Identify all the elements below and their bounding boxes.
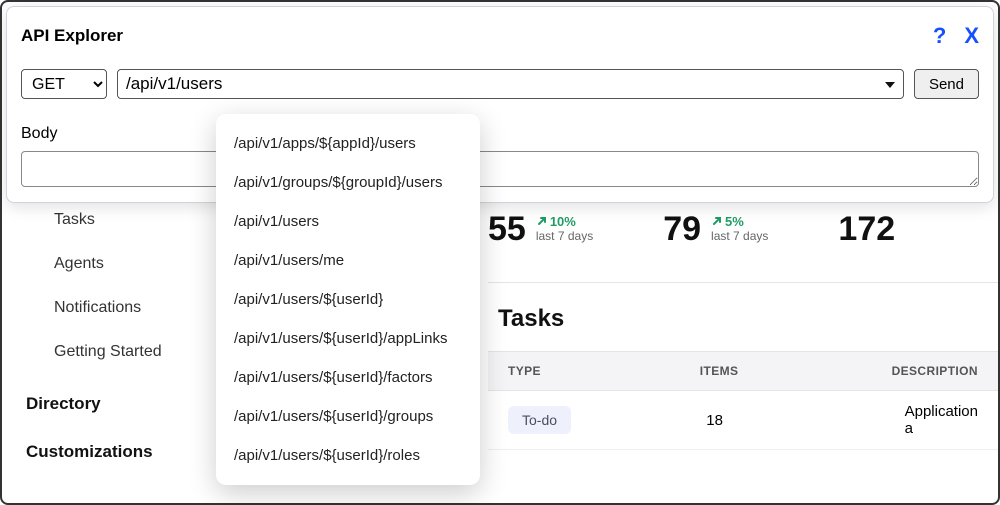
- modal-title: API Explorer: [21, 26, 123, 46]
- type-badge: To-do: [508, 406, 571, 434]
- table-row[interactable]: To-do 18 Application a: [488, 391, 998, 450]
- metric-value: 172: [838, 210, 895, 249]
- metric-1: 55 10% last 7 days: [488, 210, 593, 249]
- dropdown-option[interactable]: /api/v1/users/${userId}/roles: [216, 436, 480, 475]
- metric-delta: 5%: [711, 215, 768, 229]
- metric-period: last 7 days: [711, 229, 768, 243]
- body-label: Body: [21, 125, 979, 143]
- row-items: 18: [686, 400, 884, 441]
- col-items: ITEMS: [680, 352, 872, 390]
- metrics-row: 55 10% last 7 days 79 5% last 7 days 172: [488, 202, 998, 256]
- url-autocomplete-dropdown: /api/v1/apps/${appId}/users /api/v1/grou…: [216, 114, 480, 485]
- metric-3: 172: [838, 210, 895, 249]
- help-icon[interactable]: ?: [933, 23, 946, 49]
- arrow-up-right-icon: [711, 215, 723, 227]
- send-button[interactable]: Send: [914, 69, 979, 99]
- dropdown-option[interactable]: /api/v1/users/${userId}/groups: [216, 397, 480, 436]
- dropdown-option[interactable]: /api/v1/apps/${appId}/users: [216, 124, 480, 163]
- metric-value: 55: [488, 210, 526, 249]
- tasks-title: Tasks: [488, 283, 998, 351]
- metric-2: 79 5% last 7 days: [663, 210, 768, 249]
- api-explorer-modal: API Explorer ? X GET Send Body: [6, 6, 994, 203]
- arrow-up-right-icon: [536, 215, 548, 227]
- dropdown-option[interactable]: /api/v1/users/${userId}: [216, 280, 480, 319]
- dropdown-option[interactable]: /api/v1/users/${userId}/factors: [216, 358, 480, 397]
- close-icon[interactable]: X: [964, 23, 979, 49]
- dropdown-option[interactable]: /api/v1/users/${userId}/appLinks: [216, 319, 480, 358]
- col-type: TYPE: [488, 352, 680, 390]
- body-textarea[interactable]: [21, 151, 979, 187]
- http-method-select[interactable]: GET: [21, 69, 107, 99]
- dropdown-option[interactable]: /api/v1/users: [216, 202, 480, 241]
- metric-delta: 10%: [536, 215, 593, 229]
- col-desc: DESCRIPTION: [872, 352, 998, 390]
- row-desc: Application a: [885, 391, 998, 449]
- dropdown-option[interactable]: /api/v1/users/me: [216, 241, 480, 280]
- tasks-table: TYPE ITEMS DESCRIPTION To-do 18 Applicat…: [488, 351, 998, 450]
- dropdown-option[interactable]: /api/v1/groups/${groupId}/users: [216, 163, 480, 202]
- metric-period: last 7 days: [536, 229, 593, 243]
- metric-value: 79: [663, 210, 701, 249]
- tasks-table-header: TYPE ITEMS DESCRIPTION: [488, 351, 998, 391]
- url-input[interactable]: [117, 69, 904, 99]
- tasks-panel: Tasks TYPE ITEMS DESCRIPTION To-do 18 Ap…: [488, 282, 998, 450]
